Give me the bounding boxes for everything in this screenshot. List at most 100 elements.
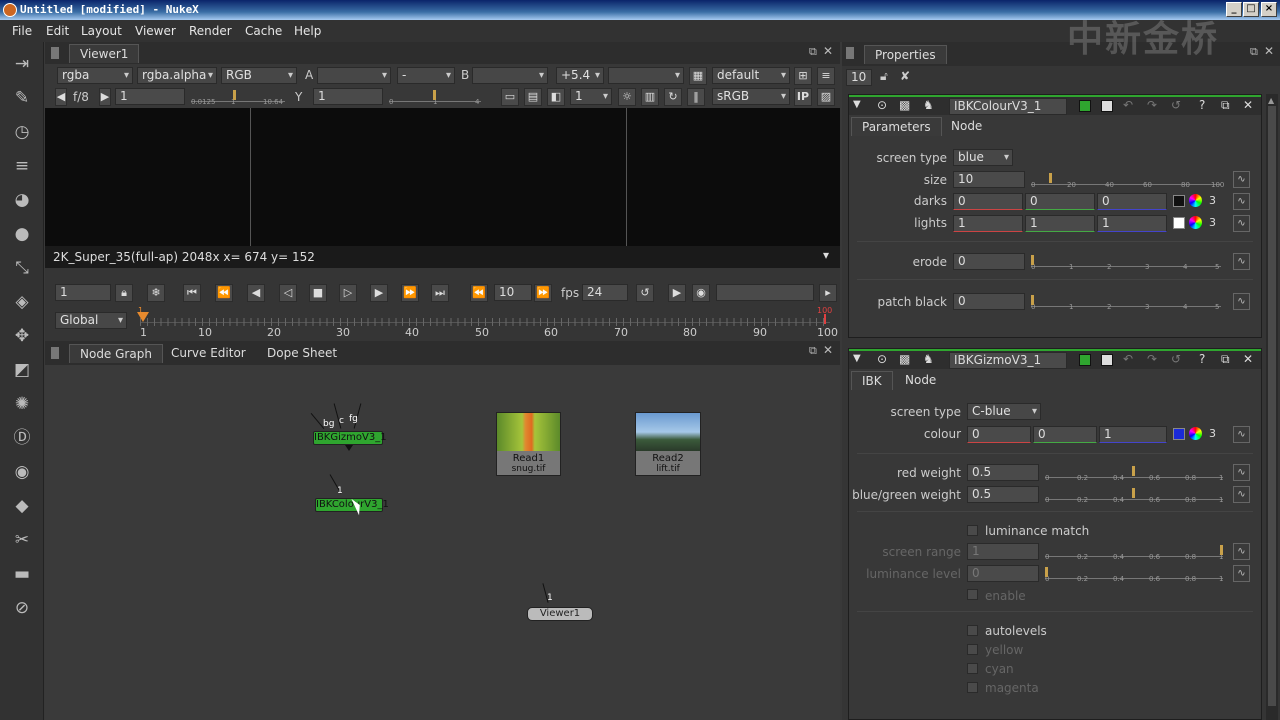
- luminance-level-slider[interactable]: 0 0.2 0.4 0.6 0.8 1: [1045, 565, 1223, 583]
- colour-anim-icon[interactable]: ∿: [1233, 426, 1250, 443]
- revert-icon[interactable]: ↺: [1171, 352, 1181, 366]
- clear-panels-icon[interactable]: ✘: [900, 69, 910, 83]
- play-backward-icon[interactable]: ◁: [279, 284, 297, 302]
- lock-panels-icon[interactable]: 🔓︎: [880, 69, 888, 84]
- refresh-icon[interactable]: ↻: [664, 88, 682, 106]
- cyan-checkbox[interactable]: [967, 663, 978, 674]
- close-pane-icon[interactable]: ✕: [1264, 44, 1274, 58]
- channel-tool-icon[interactable]: ≡: [10, 154, 34, 178]
- help-icon[interactable]: ?: [1199, 352, 1205, 366]
- frame-range-dropdown[interactable]: Global: [55, 312, 127, 329]
- record-icon[interactable]: ◉: [692, 284, 710, 302]
- mask-icon[interactable]: ▥: [641, 88, 659, 106]
- colour-swatch[interactable]: [1173, 428, 1185, 440]
- colour-channel-count[interactable]: 3: [1209, 427, 1216, 440]
- metadata-tool-icon[interactable]: ◆: [10, 494, 34, 518]
- last-frame-icon[interactable]: ⏭: [431, 284, 449, 302]
- autolevels-checkbox[interactable]: [967, 625, 978, 636]
- lock-icon[interactable]: 🔒︎: [115, 284, 133, 302]
- screen-type-dropdown[interactable]: blue: [953, 149, 1013, 166]
- proxy-icon[interactable]: ◧: [547, 88, 565, 106]
- darks-g-field[interactable]: 0: [1025, 193, 1095, 210]
- info-expand-icon[interactable]: ▾: [823, 248, 829, 262]
- close-panel-icon[interactable]: ✕: [1243, 352, 1253, 366]
- pane-grip-icon[interactable]: [51, 347, 59, 359]
- timeline-ruler[interactable]: 1 100 1 10 20 30 40 50 60 70 80 90 100: [137, 306, 838, 339]
- center-icon[interactable]: ⊙: [877, 98, 887, 112]
- luminance-level-anim-icon[interactable]: ∿: [1233, 565, 1250, 582]
- next-frame-icon[interactable]: ▶: [370, 284, 388, 302]
- deep-tool-icon[interactable]: Ⓓ: [10, 426, 34, 450]
- pause-render-icon[interactable]: ▦: [689, 67, 707, 85]
- blue-green-weight-anim-icon[interactable]: ∿: [1233, 486, 1250, 503]
- collapse-icon[interactable]: ▼: [853, 353, 861, 364]
- tab-dope-sheet[interactable]: Dope Sheet: [257, 344, 347, 362]
- viewer-menu-icon[interactable]: ≡: [817, 67, 835, 85]
- overlay-color-icon[interactable]: [1101, 354, 1113, 366]
- red-weight-field[interactable]: 0.5: [967, 464, 1039, 481]
- screen-range-anim-icon[interactable]: ∿: [1233, 543, 1250, 560]
- node-read2[interactable]: Read2 lift.tif: [635, 412, 701, 476]
- float-pane-icon[interactable]: ⧉: [1250, 45, 1258, 59]
- gamma-slider[interactable]: 0 1 4: [389, 88, 481, 106]
- tab-properties[interactable]: Properties: [864, 45, 947, 64]
- lights-channel-count[interactable]: 3: [1209, 216, 1216, 229]
- darks-b-field[interactable]: 0: [1097, 193, 1167, 210]
- menu-viewer[interactable]: Viewer: [135, 24, 176, 38]
- help-node-icon[interactable]: ▩: [899, 352, 910, 366]
- revert-icon[interactable]: ↺: [1171, 98, 1181, 112]
- darks-channel-count[interactable]: 3: [1209, 194, 1216, 207]
- erode-anim-icon[interactable]: ∿: [1233, 253, 1250, 270]
- help-icon[interactable]: ?: [1199, 98, 1205, 112]
- enable-checkbox[interactable]: [967, 589, 978, 600]
- keyer-tool-icon[interactable]: ⤡: [10, 256, 34, 280]
- magenta-checkbox[interactable]: [967, 682, 978, 693]
- pane-grip-icon[interactable]: [51, 47, 59, 59]
- tab-viewer1[interactable]: Viewer1: [69, 44, 140, 63]
- prev-keyframe-icon[interactable]: ⏪: [215, 284, 233, 302]
- current-frame-field[interactable]: 1: [55, 284, 111, 301]
- float-panel-icon[interactable]: ⧉: [1221, 98, 1230, 113]
- luminance-match-checkbox[interactable]: [967, 525, 978, 536]
- knob-icon[interactable]: ♞: [923, 98, 934, 112]
- views-tool-icon[interactable]: ◉: [10, 460, 34, 484]
- lights-b-field[interactable]: 1: [1097, 215, 1167, 232]
- darks-swatch[interactable]: [1173, 195, 1185, 207]
- zoom-dropdown[interactable]: +5.4: [556, 67, 604, 84]
- merge-tool-icon[interactable]: ◈: [10, 290, 34, 314]
- increment-field[interactable]: 10: [494, 284, 532, 301]
- next-keyframe-icon[interactable]: ⏩: [401, 284, 419, 302]
- tab-parameters[interactable]: Parameters: [851, 117, 942, 136]
- a-input-dropdown[interactable]: [317, 67, 391, 84]
- node-color-icon[interactable]: [1079, 100, 1091, 112]
- red-weight-anim-icon[interactable]: ∿: [1233, 464, 1250, 481]
- gain-slider[interactable]: 0.0125 1 10.64: [191, 88, 285, 106]
- yellow-checkbox[interactable]: [967, 644, 978, 655]
- node-read1[interactable]: Read1 snug.tif: [496, 412, 561, 476]
- step-forward-icon[interactable]: ⏩: [534, 284, 552, 302]
- alpha-dropdown[interactable]: rgba.alpha: [137, 67, 217, 84]
- node-ibkgizmo[interactable]: IBKGizmoV3_1: [313, 431, 387, 445]
- lights-g-field[interactable]: 1: [1025, 215, 1095, 232]
- region-icon[interactable]: ▭: [501, 88, 519, 106]
- close-pane-icon[interactable]: ✕: [823, 343, 833, 357]
- viewer-canvas[interactable]: [45, 108, 840, 246]
- screen-range-slider[interactable]: 0 0.2 0.4 0.6 0.8 1: [1045, 543, 1223, 561]
- float-panel-icon[interactable]: ⧉: [1221, 352, 1230, 367]
- knob-icon[interactable]: ♞: [923, 352, 934, 366]
- blue-green-weight-slider[interactable]: 0 0.2 0.4 0.6 0.8 1: [1045, 486, 1223, 504]
- max-panels-field[interactable]: 10: [846, 69, 872, 86]
- menu-help[interactable]: Help: [294, 24, 321, 38]
- properties-scrollbar[interactable]: ▲: [1266, 94, 1278, 720]
- size-slider[interactable]: 0 20 40 60 80 100: [1031, 171, 1224, 189]
- menu-layout[interactable]: Layout: [81, 24, 122, 38]
- red-weight-slider[interactable]: 0 0.2 0.4 0.6 0.8 1: [1045, 464, 1223, 482]
- menu-edit[interactable]: Edit: [46, 24, 69, 38]
- checker-icon[interactable]: ▨: [817, 88, 835, 106]
- erode-field[interactable]: 0: [953, 253, 1025, 270]
- redo-icon[interactable]: ↷: [1147, 98, 1157, 112]
- node-graph-canvas[interactable]: bg c fg IBKGizmoV3_1 1 IBKColourV3_1 Rea…: [45, 365, 840, 720]
- undo-icon[interactable]: ↶: [1123, 98, 1133, 112]
- scroll-up-icon[interactable]: ▲: [1268, 96, 1276, 105]
- patch-black-slider[interactable]: 0 1 2 3 4 5: [1031, 293, 1221, 311]
